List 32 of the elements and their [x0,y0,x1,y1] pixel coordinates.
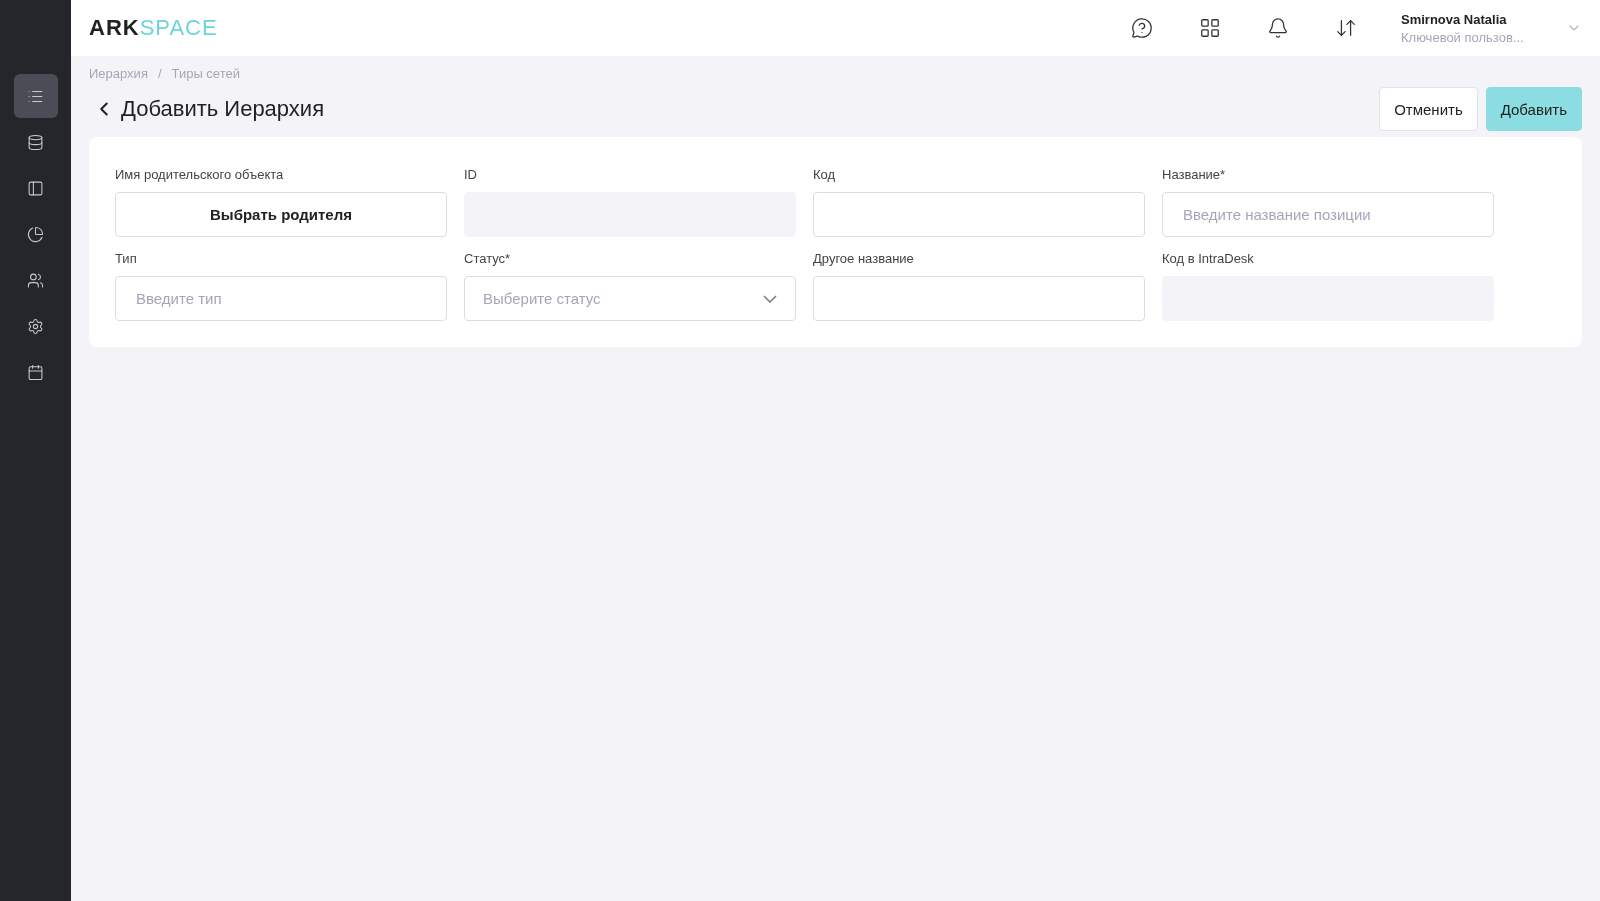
field-label: Код в IntraDesk [1162,251,1255,266]
input-field[interactable] [813,192,1145,237]
bell-icon[interactable] [1267,17,1289,39]
field-label: Имя родительского объекта [115,167,285,182]
users-icon [27,271,44,289]
field-label: Название* [1162,167,1227,182]
add-button[interactable]: Добавить [1485,87,1582,131]
panel-icon [27,179,44,197]
field-label: ID [464,167,478,182]
user-role: Ключевой пользов... [1401,29,1525,45]
input-field[interactable]: Введите тип [115,276,447,321]
cancel-button[interactable]: Отменить [1379,87,1478,131]
page-title: Добавить Иерархия [121,96,325,122]
help-chat-icon[interactable] [1131,17,1153,39]
input-field[interactable] [813,276,1145,321]
user-name: Smirnova Natalia [1401,11,1508,27]
field-label: Тип [115,251,138,266]
logo-text: ARK [89,15,140,41]
settings-icon [27,317,44,335]
select-parent-button[interactable]: Выбрать родителя [115,192,447,237]
field-label: Другое название [813,251,915,266]
calendar-icon [27,363,44,381]
breadcrumb-separator: / [157,66,162,81]
field-label: Код [813,167,837,182]
field-label: Статус* [464,251,512,266]
logo-text: SPACE [139,15,218,41]
arrows-icon[interactable] [1335,17,1357,39]
database-icon [27,133,44,151]
input-field[interactable]: Введите название позиции [1162,192,1494,237]
chevron-down-icon [763,294,777,303]
pie-chart-icon [27,225,44,243]
grid-icon[interactable] [1199,17,1221,39]
